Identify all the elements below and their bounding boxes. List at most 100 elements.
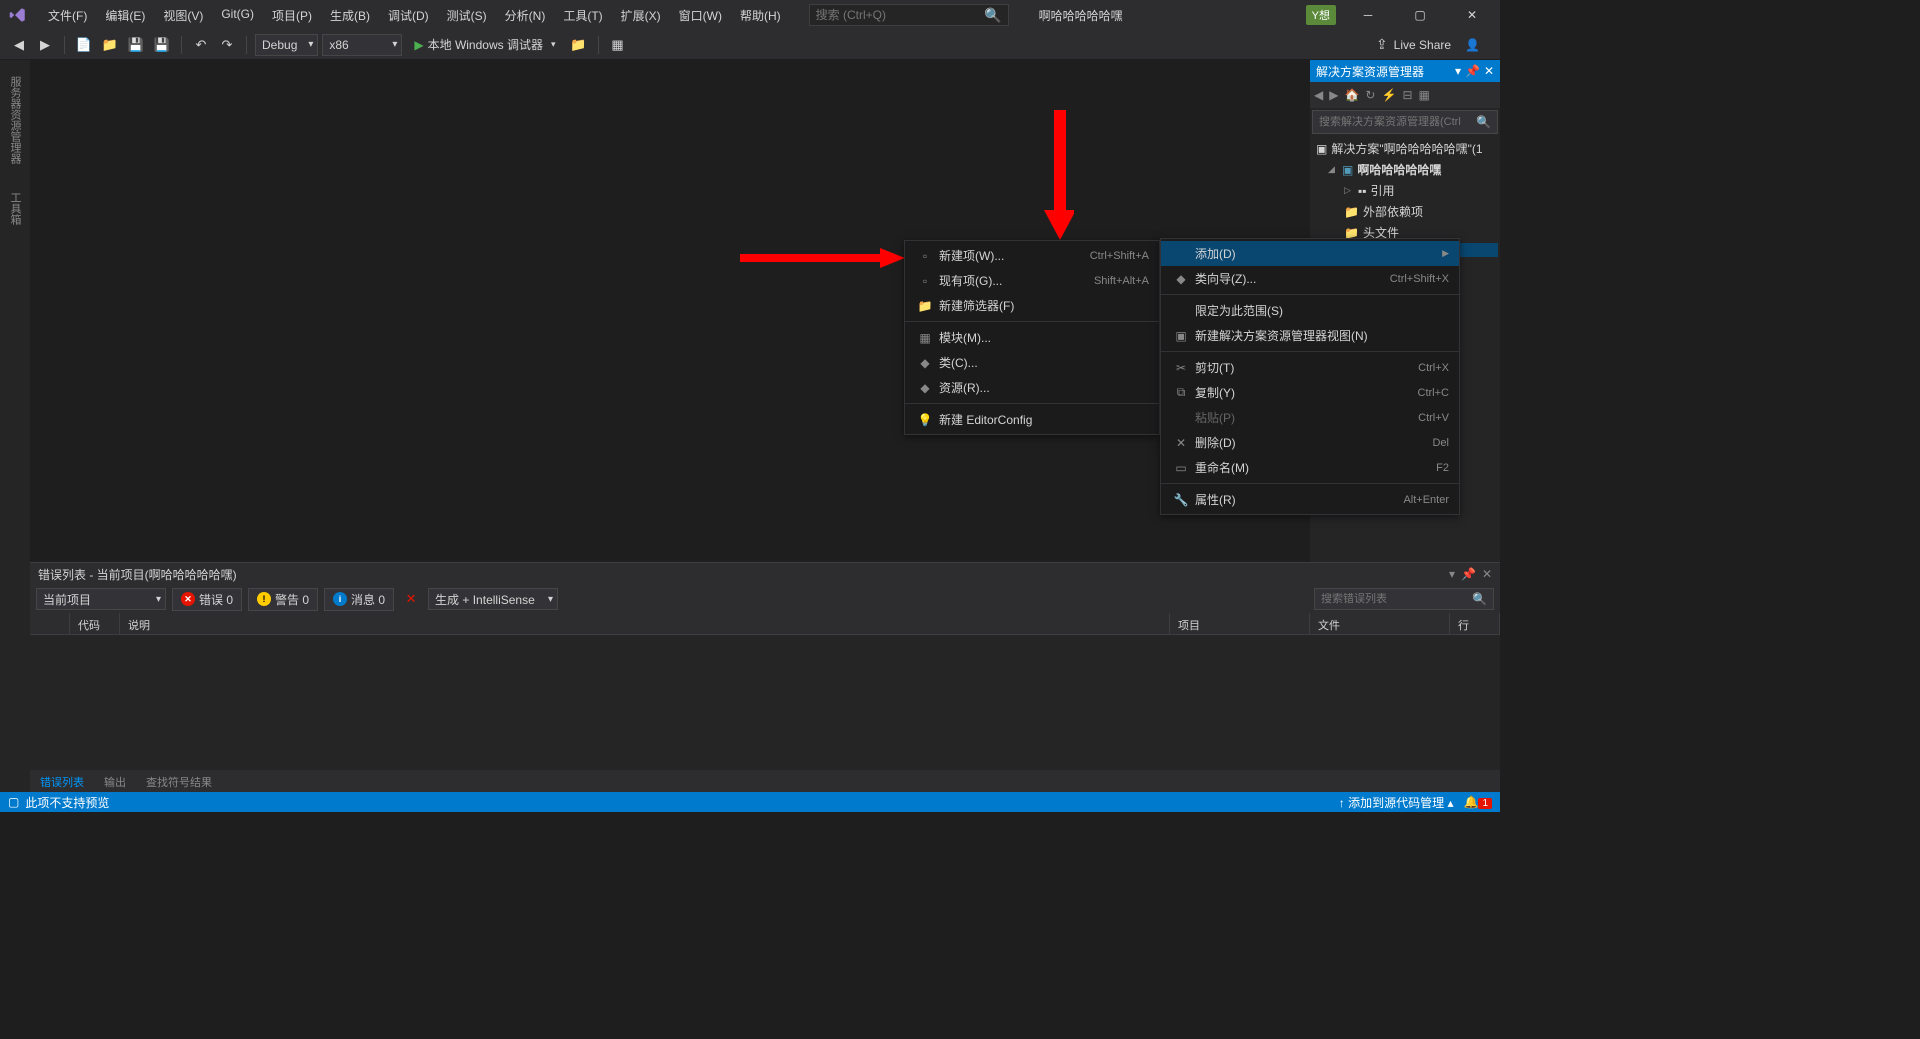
menu-file[interactable]: 文件(F) (40, 3, 95, 28)
toolbar-folder-icon[interactable]: 📁 (568, 34, 590, 56)
menu-item-label: 新建筛选器(F) (935, 297, 1149, 314)
expander-icon[interactable]: ◢ (1328, 164, 1338, 175)
notifications-button[interactable]: 🔔1 (1463, 795, 1492, 809)
context-menu-item[interactable]: ◆类向导(Z)...Ctrl+Shift+X (1161, 266, 1459, 291)
context-menu-item[interactable]: 添加(D)▶ (1161, 241, 1459, 266)
panel-close-icon[interactable]: ✕ (1484, 64, 1494, 78)
start-debugger-button[interactable]: ▶ 本地 Windows 调试器 ▾ (406, 34, 563, 56)
menu-window[interactable]: 窗口(W) (671, 3, 730, 28)
menu-build[interactable]: 生成(B) (322, 3, 378, 28)
sync-icon[interactable]: ↻ (1365, 88, 1375, 102)
nav-forward-icon[interactable]: ▶ (1329, 88, 1338, 102)
platform-dropdown[interactable]: x86 (322, 34, 402, 56)
menu-item-icon: ▭ (1171, 461, 1191, 475)
error-search[interactable]: 🔍 (1314, 588, 1494, 610)
global-search[interactable]: 🔍 (809, 4, 1009, 26)
context-menu-item[interactable]: ✂剪切(T)Ctrl+X (1161, 355, 1459, 380)
context-menu-item[interactable]: ✕删除(D)Del (1161, 430, 1459, 455)
menu-git[interactable]: Git(G) (213, 3, 262, 28)
save-icon[interactable]: 💾 (125, 34, 147, 56)
source-control-button[interactable]: ↑ 添加到源代码管理 ▴ (1339, 794, 1454, 811)
home-icon[interactable]: 🏠 (1344, 88, 1359, 102)
menu-debug[interactable]: 调试(D) (380, 3, 437, 28)
panel-dropdown-icon[interactable]: ▾ (1449, 567, 1455, 581)
context-menu-item[interactable]: ▣新建解决方案资源管理器视图(N) (1161, 323, 1459, 348)
menu-project[interactable]: 项目(P) (264, 3, 320, 28)
menu-tools[interactable]: 工具(T) (555, 3, 610, 28)
tab-output[interactable]: 输出 (94, 770, 136, 792)
nav-back-icon[interactable]: ◀ (1314, 88, 1323, 102)
sidebar-tab-server-explorer[interactable]: 服务器资源管理器 (3, 68, 27, 172)
tab-error-list[interactable]: 错误列表 (30, 770, 94, 792)
minimize-button[interactable]: ─ (1348, 0, 1388, 30)
panel-pin-icon[interactable]: 📌 (1461, 567, 1476, 581)
menu-item-icon: ▦ (915, 331, 935, 345)
panel-close-icon[interactable]: ✕ (1482, 567, 1492, 581)
context-menu-item[interactable]: 💡新建 EditorConfig (905, 407, 1159, 432)
visual-studio-logo-icon (8, 5, 28, 25)
tree-external-deps[interactable]: 📁 外部依赖项 (1312, 201, 1498, 222)
errors-filter[interactable]: ✕ 错误 0 (172, 588, 242, 611)
col-project[interactable]: 项目 (1170, 613, 1310, 634)
collapse-icon[interactable]: ⊟ (1402, 88, 1412, 102)
menu-extensions[interactable]: 扩展(X) (613, 3, 669, 28)
panel-dropdown-icon[interactable]: ▾ (1455, 64, 1461, 78)
external-deps-label: 外部依赖项 (1363, 203, 1423, 220)
new-file-icon[interactable]: 📄 (73, 34, 95, 56)
context-menu-item[interactable]: ◆类(C)... (905, 350, 1159, 375)
tree-solution-root[interactable]: ▣ 解决方案"啊哈哈哈哈哈嘿"(1 (1312, 138, 1498, 159)
clear-icon[interactable]: ✕ (400, 588, 422, 610)
error-search-input[interactable] (1321, 593, 1472, 605)
col-code[interactable]: 代码 (70, 613, 120, 634)
context-menu-item[interactable]: ▫现有项(G)...Shift+Alt+A (905, 268, 1159, 293)
context-menu-item[interactable]: 🔧属性(R)Alt+Enter (1161, 487, 1459, 512)
showall-icon[interactable]: ▦ (1419, 88, 1430, 102)
debugger-label: 本地 Windows 调试器 (428, 36, 543, 53)
feedback-icon[interactable]: 👤 (1465, 38, 1480, 52)
menu-test[interactable]: 测试(S) (439, 3, 495, 28)
tree-references[interactable]: ▷ ▪▪ 引用 (1312, 180, 1498, 201)
col-icon[interactable] (30, 613, 70, 634)
messages-filter[interactable]: i 消息 0 (324, 588, 394, 611)
context-menu-item[interactable]: 限定为此范围(S) (1161, 298, 1459, 323)
context-menu-item[interactable]: ▦模块(M)... (905, 325, 1159, 350)
warnings-filter[interactable]: ! 警告 0 (248, 588, 318, 611)
menu-help[interactable]: 帮助(H) (732, 3, 789, 28)
context-menu-item[interactable]: ▭重命名(M)F2 (1161, 455, 1459, 480)
sidebar-tab-toolbox[interactable]: 工具箱 (3, 184, 27, 233)
col-file[interactable]: 文件 (1310, 613, 1450, 634)
save-all-icon[interactable]: 💾 (151, 34, 173, 56)
user-badge[interactable]: Y想 (1306, 5, 1336, 25)
maximize-button[interactable]: ▢ (1400, 0, 1440, 30)
col-description[interactable]: 说明 (120, 613, 1170, 634)
menu-edit[interactable]: 编辑(E) (97, 3, 153, 28)
context-menu-item[interactable]: 📁新建筛选器(F) (905, 293, 1159, 318)
context-menu-item[interactable]: 粘贴(P)Ctrl+V (1161, 405, 1459, 430)
search-icon: 🔍 (1476, 115, 1491, 129)
nav-back-icon[interactable]: ◀ (8, 34, 30, 56)
open-folder-icon[interactable]: 📁 (99, 34, 121, 56)
build-intellisense-dropdown[interactable]: 生成 + IntelliSense (428, 588, 558, 610)
col-line[interactable]: 行 (1450, 613, 1500, 634)
menu-analyze[interactable]: 分析(N) (497, 3, 554, 28)
tree-project[interactable]: ◢ ▣ 啊哈哈哈哈哈嘿 (1312, 159, 1498, 180)
liveshare-button[interactable]: ⇪ Live Share 👤 (1376, 36, 1480, 53)
solution-search-input[interactable] (1319, 116, 1476, 128)
panel-pin-icon[interactable]: 📌 (1465, 64, 1480, 78)
redo-icon[interactable]: ↷ (216, 34, 238, 56)
expander-icon[interactable]: ▷ (1344, 185, 1354, 196)
solution-search[interactable]: 🔍 (1312, 110, 1498, 134)
global-search-input[interactable] (816, 8, 981, 22)
filter-icon[interactable]: ⚡ (1381, 88, 1396, 102)
toolbar-misc-icon[interactable]: ▦ (607, 34, 629, 56)
menu-view[interactable]: 视图(V) (155, 3, 211, 28)
context-menu-item[interactable]: ⧉复制(Y)Ctrl+C (1161, 380, 1459, 405)
context-menu-item[interactable]: ◆资源(R)... (905, 375, 1159, 400)
close-button[interactable]: ✕ (1452, 0, 1492, 30)
undo-icon[interactable]: ↶ (190, 34, 212, 56)
context-menu-item[interactable]: ▫新建项(W)...Ctrl+Shift+A (905, 243, 1159, 268)
error-scope-dropdown[interactable]: 当前项目 (36, 588, 166, 610)
tab-find-symbols[interactable]: 查找符号结果 (136, 770, 222, 792)
config-dropdown[interactable]: Debug (255, 34, 318, 56)
nav-forward-icon[interactable]: ▶ (34, 34, 56, 56)
